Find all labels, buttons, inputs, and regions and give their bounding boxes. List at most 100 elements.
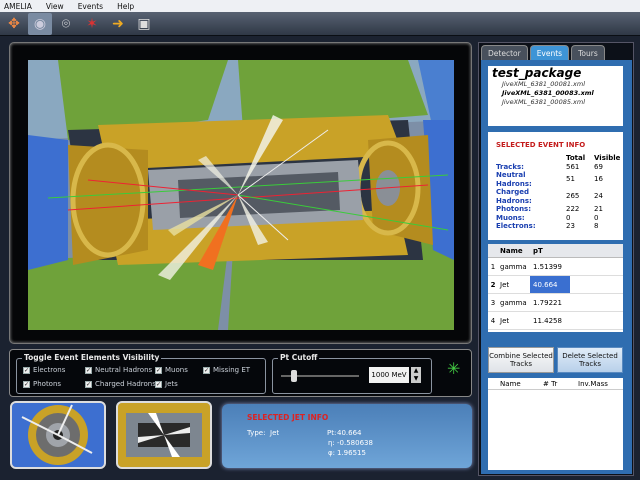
row-total: 23	[566, 222, 575, 230]
sidebar-tabs: Detector Events Tours	[481, 45, 607, 60]
row-name: gamma	[500, 298, 527, 307]
selected-jet-info-title: SELECTED JET INFO	[247, 413, 329, 422]
row-label: Muons:	[496, 213, 525, 222]
row-index: 1	[490, 262, 496, 271]
pt-cutoff-slider-track[interactable]	[281, 370, 359, 382]
jet-phi-label: φ:	[328, 449, 335, 457]
table-row[interactable]: 3 gamma 1.79221	[488, 294, 623, 312]
col-visible-header: Visible	[594, 154, 621, 162]
package-title: test_package	[492, 66, 582, 80]
event-file-item[interactable]: JiveXML_6381_00081.xml	[488, 80, 623, 89]
table-row: Electrons: 23 8	[494, 222, 622, 231]
checkbox-checked-icon: ✓	[155, 380, 162, 388]
col-name-header[interactable]: Name	[488, 380, 543, 388]
toggle-label: Muons	[165, 366, 188, 374]
arrow-forward-button[interactable]: ➜	[106, 13, 130, 35]
axes-orientation-icon: ✳	[447, 359, 461, 378]
event-display-3d-view[interactable]	[28, 60, 454, 330]
monitor-button[interactable]: ▣	[132, 13, 156, 35]
event-file-item-selected[interactable]: JiveXML_6381_00083.xml	[488, 89, 623, 98]
row-label: Electrons:	[496, 222, 536, 230]
jet-type-label: Type:	[247, 429, 266, 437]
pt-cutoff-input[interactable]: 1000 MeV	[369, 367, 409, 383]
row-pt: 1.51399	[533, 262, 562, 271]
menu-item-view[interactable]: View	[46, 2, 64, 11]
pt-cutoff-slider-handle[interactable]	[291, 370, 297, 382]
table-row[interactable]: 4 Jet 11.4258	[488, 312, 623, 330]
table-row: Charged Hadrons: 265 24	[494, 188, 622, 205]
detector-star-button[interactable]: ✶	[80, 13, 104, 35]
toggle-jets[interactable]: ✓ Jets	[155, 380, 178, 388]
camera-button[interactable]: ⌾	[54, 13, 78, 35]
jet-type-value: Jet	[270, 429, 280, 437]
row-label: Charged Hadrons:	[496, 188, 532, 205]
row-total: 265	[566, 192, 580, 201]
selected-event-info-panel: SELECTED EVENT INFO Total Visible Tracks:…	[488, 132, 623, 240]
detector-scene-graphic	[28, 60, 454, 330]
toggle-electrons[interactable]: ✓ Electrons	[23, 366, 65, 374]
event-info-table: Total Visible Tracks: 561 69 Neutral Hadron…	[494, 154, 622, 231]
checkbox-checked-icon: ✓	[203, 366, 210, 374]
jet-phi-value: 1.96515	[337, 449, 366, 457]
sidebar: Detector Events Tours test_package JiveX…	[478, 42, 634, 476]
menu-item-events[interactable]: Events	[78, 2, 103, 11]
checkbox-checked-icon: ✓	[85, 366, 92, 374]
side-view-thumbnail[interactable]	[116, 401, 212, 469]
pt-cutoff-group: Pt Cutoff 1000 MeV ▲ ▼	[272, 353, 432, 394]
row-label: Photons:	[496, 205, 532, 213]
objects-table: Name pT 1 gamma 1.51399 2 Jet 40.664 3 gamma 1…	[488, 244, 623, 332]
row-pt: 11.4258	[533, 316, 562, 325]
combine-tracks-button[interactable]: Combine Selected Tracks	[488, 347, 554, 373]
col-tr-header[interactable]: # Tr	[543, 380, 578, 388]
tab-events[interactable]: Events	[529, 45, 570, 60]
menu-item-help[interactable]: Help	[117, 2, 134, 11]
row-pt: 40.664	[530, 276, 570, 293]
jet-eta-value: -0.580638	[337, 439, 373, 447]
row-visible: 24	[594, 192, 603, 201]
delete-tracks-button[interactable]: Delete Selected Tracks	[557, 347, 623, 373]
toggle-neutral-hadrons[interactable]: ✓ Neutral Hadrons	[85, 366, 152, 374]
spin-up-icon[interactable]: ▲	[411, 367, 421, 375]
spin-down-icon[interactable]: ▼	[411, 375, 421, 383]
jet-pt-value: 40.664	[337, 429, 362, 437]
event-file-item[interactable]: JiveXML_6381_00085.xml	[488, 98, 623, 107]
tab-detector[interactable]: Detector	[481, 45, 528, 60]
table-row[interactable]: 1 gamma 1.51399	[488, 258, 623, 276]
toggle-label: Electrons	[33, 366, 66, 374]
col-name-header[interactable]: Name	[498, 247, 530, 255]
col-pt-header[interactable]: pT	[530, 244, 570, 257]
combined-tracks-table: Name # Tr Inv.Mass	[488, 378, 623, 470]
combined-tracks-header: Name # Tr Inv.Mass	[488, 378, 623, 390]
row-visible: 21	[594, 205, 603, 213]
toggle-charged-hadrons[interactable]: ✓ Charged Hadrons	[85, 380, 156, 388]
toggle-missing-et[interactable]: ✓ Missing ET	[203, 366, 250, 374]
jet-pt-label: Pt:	[327, 429, 337, 437]
row-total: 561	[566, 162, 580, 171]
toggle-label: Charged Hadrons	[95, 380, 156, 388]
event-display-frame	[9, 42, 472, 344]
endcap-view-thumbnail[interactable]	[10, 401, 106, 469]
pt-cutoff-spinner[interactable]: ▲ ▼	[411, 367, 421, 383]
checkbox-checked-icon: ✓	[155, 366, 162, 374]
row-pt: 1.79221	[533, 298, 562, 307]
toggle-label: Neutral Hadrons	[95, 366, 153, 374]
row-name: Jet	[500, 280, 510, 289]
toggle-photons[interactable]: ✓ Photons	[23, 380, 61, 388]
checkbox-checked-icon: ✓	[23, 366, 30, 374]
selected-jet-info-panel: SELECTED JET INFO Type: Jet Pt: 40.664 η…	[222, 404, 472, 468]
side-view-icon	[118, 403, 210, 467]
table-row: Muons: 0 0	[494, 214, 622, 223]
checkbox-checked-icon: ✓	[23, 380, 30, 388]
toggle-muons[interactable]: ✓ Muons	[155, 366, 188, 374]
tab-tours[interactable]: Tours	[571, 45, 605, 60]
col-mass-header[interactable]: Inv.Mass	[578, 380, 618, 388]
table-row: Tracks: 561 69	[494, 163, 622, 172]
arrow-forward-icon: ➜	[112, 15, 124, 32]
table-row: Neutral Hadrons: 51 16	[494, 171, 622, 188]
globe-view-button[interactable]: ◉	[28, 12, 52, 35]
visibility-group-title: Toggle Event Elements Visibility	[22, 353, 162, 362]
table-row-selected[interactable]: 2 Jet 40.664	[488, 276, 623, 294]
row-visible: 0	[594, 213, 599, 222]
menu-item-amelia[interactable]: AMELIA	[4, 2, 32, 11]
axes-tool-button[interactable]: ✥	[2, 13, 26, 35]
